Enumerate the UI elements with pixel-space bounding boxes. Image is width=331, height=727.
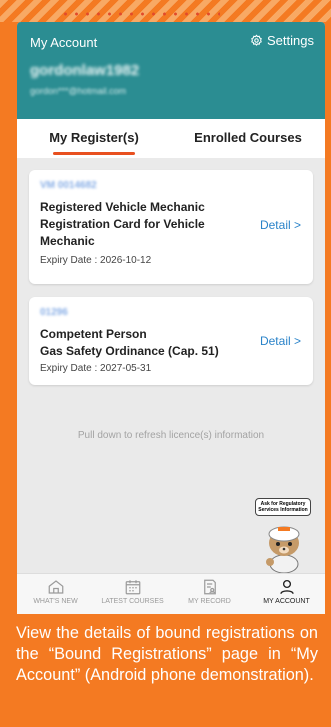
nav-my-account[interactable]: MY ACCOUNT — [248, 574, 325, 614]
expiry-date: Expiry Date : 2026-10-12 — [40, 255, 152, 266]
detail-link[interactable]: Detail > — [260, 334, 301, 348]
nav-latest-courses[interactable]: LATEST COURSES — [94, 574, 171, 614]
bottom-navigation: WHAT'S NEW LATEST COURSES MY RECORD MY A… — [17, 573, 325, 614]
gear-icon — [251, 34, 262, 46]
registration-number: VM 0014682 — [40, 180, 97, 191]
detail-link[interactable]: Detail > — [260, 218, 301, 232]
account-username: gordonlaw1982 — [30, 62, 140, 79]
decorative-dots — [60, 12, 220, 16]
registration-name-line-1: Registered Vehicle Mechanic — [40, 200, 205, 214]
account-email: gordon***@hotmail.com — [30, 86, 127, 96]
registration-card[interactable]: VM 0014682 Registered Vehicle Mechanic R… — [29, 170, 313, 284]
nav-whats-new[interactable]: WHAT'S NEW — [17, 574, 94, 614]
nav-label: LATEST COURSES — [101, 598, 164, 605]
tab-enrolled-courses[interactable]: Enrolled Courses — [171, 119, 325, 158]
nav-label: WHAT'S NEW — [33, 598, 78, 605]
tab-bar: My Register(s) Enrolled Courses — [17, 119, 325, 158]
nav-label: MY ACCOUNT — [263, 598, 310, 605]
settings-button[interactable]: Settings — [250, 33, 314, 48]
account-header: My Account Settings gordonlaw1982 gordon… — [17, 22, 325, 119]
assistant-mascot-button[interactable]: Ask for Regulatory Services Information — [255, 498, 311, 584]
nav-my-record[interactable]: MY RECORD — [171, 574, 248, 614]
home-icon — [48, 580, 63, 594]
account-icon — [279, 579, 294, 595]
nav-label: MY RECORD — [188, 598, 231, 605]
registration-card[interactable]: 01296 Competent Person Gas Safety Ordina… — [29, 297, 313, 385]
expiry-date: Expiry Date : 2027-05-31 — [40, 363, 152, 374]
decorative-top-strip — [0, 0, 331, 22]
registration-number: 01296 — [40, 307, 68, 318]
registration-name-line-1: Competent Person — [40, 327, 147, 341]
calendar-icon — [125, 580, 140, 595]
registration-name-line-3: Mechanic — [40, 234, 95, 248]
tab-my-registers[interactable]: My Register(s) — [17, 119, 171, 158]
registration-name-line-2: Registration Card for Vehicle — [40, 217, 205, 231]
registration-name-line-2: Gas Safety Ordinance (Cap. 51) — [40, 344, 219, 358]
assistant-bubble: Ask for Regulatory Services Information — [255, 498, 311, 516]
phone-screen: My Account Settings gordonlaw1982 gordon… — [17, 22, 325, 614]
page-title: My Account — [30, 35, 98, 50]
settings-label: Settings — [267, 33, 314, 48]
assistant-bubble-line-2: Services Information — [258, 507, 308, 513]
mascot-icon — [266, 526, 300, 574]
caption-text: View the details of bound registrations … — [16, 624, 318, 684]
refresh-hint: Pull down to refresh licence(s) informat… — [77, 430, 265, 441]
record-icon — [203, 579, 216, 595]
